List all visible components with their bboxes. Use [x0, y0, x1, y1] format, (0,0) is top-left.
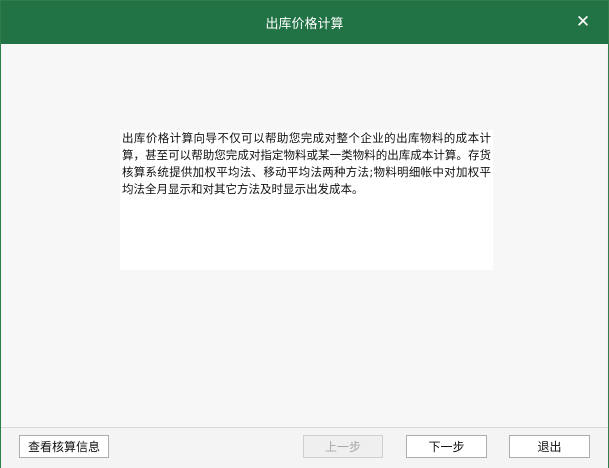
title-bar[interactable]: 出库价格计算 ✕ — [1, 1, 608, 44]
button-bar: 查看核算信息 上一步 下一步 退出 — [1, 427, 608, 468]
wizard-dialog: 出库价格计算 ✕ 出库价格计算向导不仅可以帮助您完成对整个企业的出库物料的成本计… — [0, 0, 609, 468]
wizard-description: 出库价格计算向导不仅可以帮助您完成对整个企业的出库物料的成本计算，甚至可以帮助您… — [120, 130, 493, 270]
exit-button[interactable]: 退出 — [509, 435, 590, 458]
next-step-button[interactable]: 下一步 — [406, 435, 487, 458]
close-icon[interactable]: ✕ — [572, 11, 594, 33]
dialog-title: 出库价格计算 — [265, 17, 344, 32]
view-accounting-info-button[interactable]: 查看核算信息 — [19, 435, 109, 458]
previous-step-button[interactable]: 上一步 — [303, 435, 383, 458]
wizard-content: 出库价格计算向导不仅可以帮助您完成对整个企业的出库物料的成本计算，甚至可以帮助您… — [2, 44, 607, 427]
